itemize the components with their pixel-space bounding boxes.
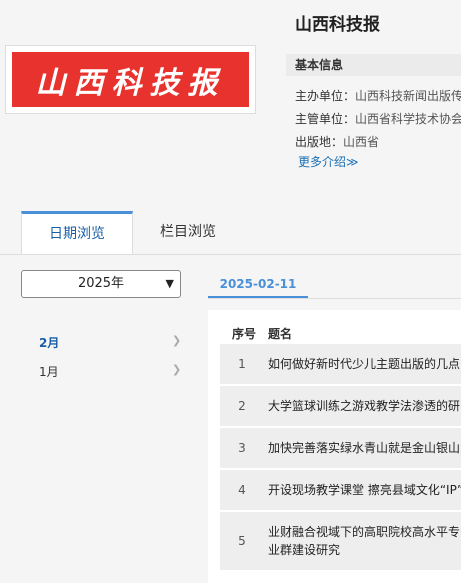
info-value: 山西省 xyxy=(343,135,380,149)
row-index: 5 xyxy=(238,534,246,548)
month-item-feb[interactable]: 2月 ❯ xyxy=(39,334,181,351)
table-row[interactable]: 5 业财融合视域下的高职院校高水平专业群建设研究 xyxy=(220,512,461,570)
row-index: 3 xyxy=(238,441,246,455)
table-row[interactable]: 2 大学篮球训练之游戏教学法渗透的研 xyxy=(220,386,461,426)
journal-header: 山西科技报 山西科技报 基本信息 主办单位：山西科技新闻出版传 主管单位：山西省… xyxy=(0,0,461,200)
article-title-link[interactable]: 大学篮球训练之游戏教学法渗透的研 xyxy=(268,397,461,415)
month-item-jan[interactable]: 1月 ❯ xyxy=(39,363,181,380)
article-title-link[interactable]: 如何做好新时代少儿主题出版的几点 xyxy=(268,355,461,373)
tab-divider xyxy=(0,254,461,255)
newspaper-cover-image: 山西科技报 xyxy=(5,45,256,114)
tab-column-browse[interactable]: 栏目浏览 xyxy=(160,221,216,241)
article-title-link[interactable]: 开设现场教学课堂 擦亮县域文化“IP” xyxy=(268,481,461,499)
newspaper-logo-text: 山西科技报 xyxy=(35,65,226,101)
table-row[interactable]: 1 如何做好新时代少儿主题出版的几点 xyxy=(220,344,461,384)
info-row-supervisor: 主管单位：山西省科学技术协会 xyxy=(295,110,461,127)
issue-date-tab[interactable]: 2025-02-11 xyxy=(208,270,308,298)
info-label: 主管单位： xyxy=(295,112,356,126)
table-row[interactable]: 3 加快完善落实绿水青山就是金山银山 xyxy=(220,428,461,468)
newspaper-title: 山西科技报 xyxy=(295,15,380,35)
row-index: 4 xyxy=(238,483,246,497)
info-row-place: 出版地：山西省 xyxy=(295,133,379,150)
basic-info-heading: 基本信息 xyxy=(286,54,461,76)
article-title-link[interactable]: 加快完善落实绿水青山就是金山银山 xyxy=(268,439,461,457)
info-row-sponsor: 主办单位：山西科技新闻出版传 xyxy=(295,87,461,104)
row-index: 1 xyxy=(238,357,246,371)
row-index: 2 xyxy=(238,399,246,413)
newspaper-logo: 山西科技报 xyxy=(12,52,249,107)
month-label: 1月 xyxy=(39,365,59,379)
info-value: 山西省科学技术协会 xyxy=(355,112,461,126)
column-header-title: 题名 xyxy=(268,327,293,341)
table-row[interactable]: 4 开设现场教学课堂 擦亮县域文化“IP” xyxy=(220,470,461,510)
chevron-right-icon: ❯ xyxy=(172,363,182,376)
date-tab-divider xyxy=(208,298,461,299)
chevron-down-icon: ▼ xyxy=(165,277,174,290)
article-title-link[interactable]: 业财融合视域下的高职院校高水平专业群建设研究 xyxy=(268,523,461,559)
column-header-index: 序号 xyxy=(232,327,257,341)
info-label: 出版地： xyxy=(295,135,344,149)
year-select[interactable]: 2025年 ▼ xyxy=(21,270,181,298)
chevron-right-icon: ❯ xyxy=(172,334,182,347)
info-value: 山西科技新闻出版传 xyxy=(355,89,461,103)
year-select-value: 2025年 xyxy=(77,276,125,291)
more-intro-link[interactable]: 更多介绍≫ xyxy=(298,153,359,170)
month-label: 2月 xyxy=(39,336,60,350)
tab-date-browse[interactable]: 日期浏览 xyxy=(21,211,133,255)
info-label: 主办单位： xyxy=(295,89,356,103)
